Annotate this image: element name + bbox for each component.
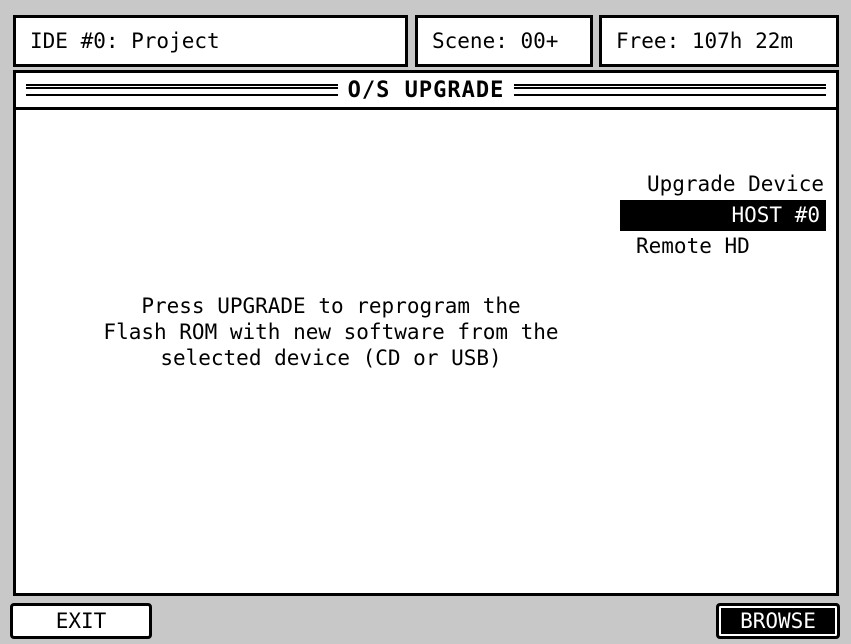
exit-button-label: EXIT <box>55 609 107 633</box>
device-option-host[interactable]: HOST #0 <box>620 200 826 231</box>
title-rule-left <box>26 84 338 96</box>
browse-button-label: BROWSE <box>740 609 816 633</box>
drive-status-label: IDE #0: Project <box>30 29 220 53</box>
free-space-status: Free: 107h 22m <box>599 15 839 67</box>
browse-button[interactable]: BROWSE <box>716 603 840 639</box>
page-title: O/S UPGRADE <box>347 77 505 103</box>
free-space-label: Free: 107h 22m <box>616 29 794 53</box>
upgrade-device-panel: Upgrade Device HOST #0 Remote HD <box>616 168 826 262</box>
page-title-bar: O/S UPGRADE <box>16 73 836 110</box>
instruction-line-2: Flash ROM with new software from the <box>103 320 559 344</box>
scene-status-label: Scene: 00+ <box>432 29 559 53</box>
exit-button[interactable]: EXIT <box>10 603 152 639</box>
instruction-line-3: selected device (CD or USB) <box>160 346 502 370</box>
upgrade-device-heading: Upgrade Device <box>646 172 824 196</box>
main-panel: O/S UPGRADE Press UPGRADE to reprogram t… <box>13 70 839 596</box>
device-option-remote-hd[interactable]: Remote HD <box>616 231 826 262</box>
instruction-line-1: Press UPGRADE to reprogram the <box>141 294 521 318</box>
title-rule-right <box>514 84 827 96</box>
drive-status: IDE #0: Project <box>13 15 408 67</box>
scene-status: Scene: 00+ <box>415 15 593 67</box>
upgrade-instructions: Press UPGRADE to reprogram the Flash ROM… <box>16 293 646 371</box>
